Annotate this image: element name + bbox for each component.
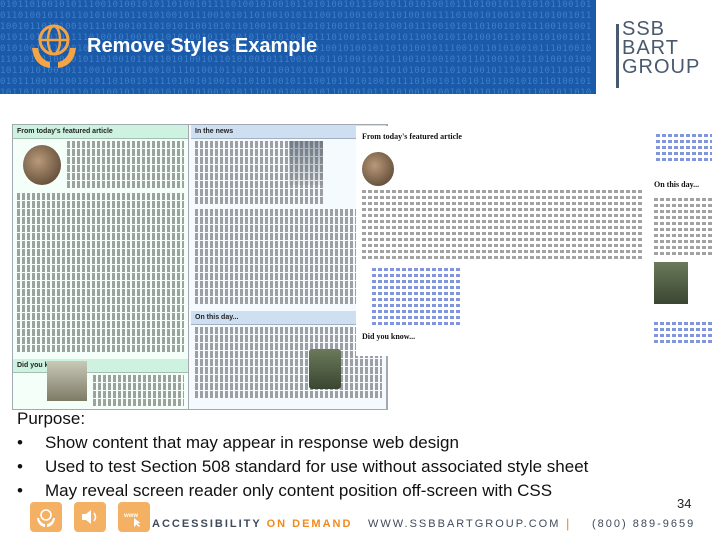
did-you-know-heading: Did you know... [13,359,188,373]
phone-number: (800) 889-9659 [592,518,696,530]
bullet-icon: • [17,433,23,452]
ssb-bart-group-logo: SSB BART GROUP [616,19,701,88]
bullet-text: Show content that may appear in response… [45,433,459,452]
featured-heading: From today's featured article [13,125,188,139]
unstyled-featured-heading: From today's featured article [362,132,462,141]
footer: www ACCESSIBILITY ON DEMAND WWW.SSBBARTG… [0,500,720,540]
footer-separator: | [566,516,570,531]
unstyled-coin-image [362,152,394,186]
purpose-bullets: • Show content that may appear in respon… [17,431,588,503]
featured-column: From today's featured article Did you kn… [13,125,189,409]
website-link[interactable]: WWW.SSBBARTGROUP.COM [368,518,560,530]
bullet-icon: • [17,457,23,476]
bullet-item: • Show content that may appear in respon… [17,431,588,455]
styled-page-screenshot: From today's featured article Did you kn… [12,124,388,410]
coin-image [23,145,61,185]
unstyled-page-screenshot: From today's featured article On this da… [356,126,716,356]
svg-text:www: www [123,513,138,519]
portrait-image [309,349,341,389]
unstyled-portrait-image [654,262,688,304]
speaker-icon [74,502,106,532]
header-banner: 0101101001010111001010010101101001011110… [0,0,596,94]
accessibility-text: ACCESSIBILITY [152,518,262,530]
unstyled-on-this-day-heading: On this day... [654,180,700,189]
logo-line-3: GROUP [622,56,701,78]
logo-bar [616,24,619,88]
on-demand-text: ON DEMAND [266,518,353,530]
globe-hands-footer-icon [30,502,62,532]
boat-image [47,361,87,401]
slide-title: Remove Styles Example [87,35,318,57]
accessibility-on-demand: ACCESSIBILITY ON DEMAND [152,518,352,530]
bullet-text: Used to test Section 508 standard for us… [45,457,589,476]
purpose-label: Purpose: [17,409,86,428]
globe-hands-icon [32,24,76,68]
bullet-item: • Used to test Section 508 standard for … [17,455,588,479]
www-cursor-icon: www [118,502,150,532]
unstyled-did-you-know-heading: Did you know... [362,332,416,341]
